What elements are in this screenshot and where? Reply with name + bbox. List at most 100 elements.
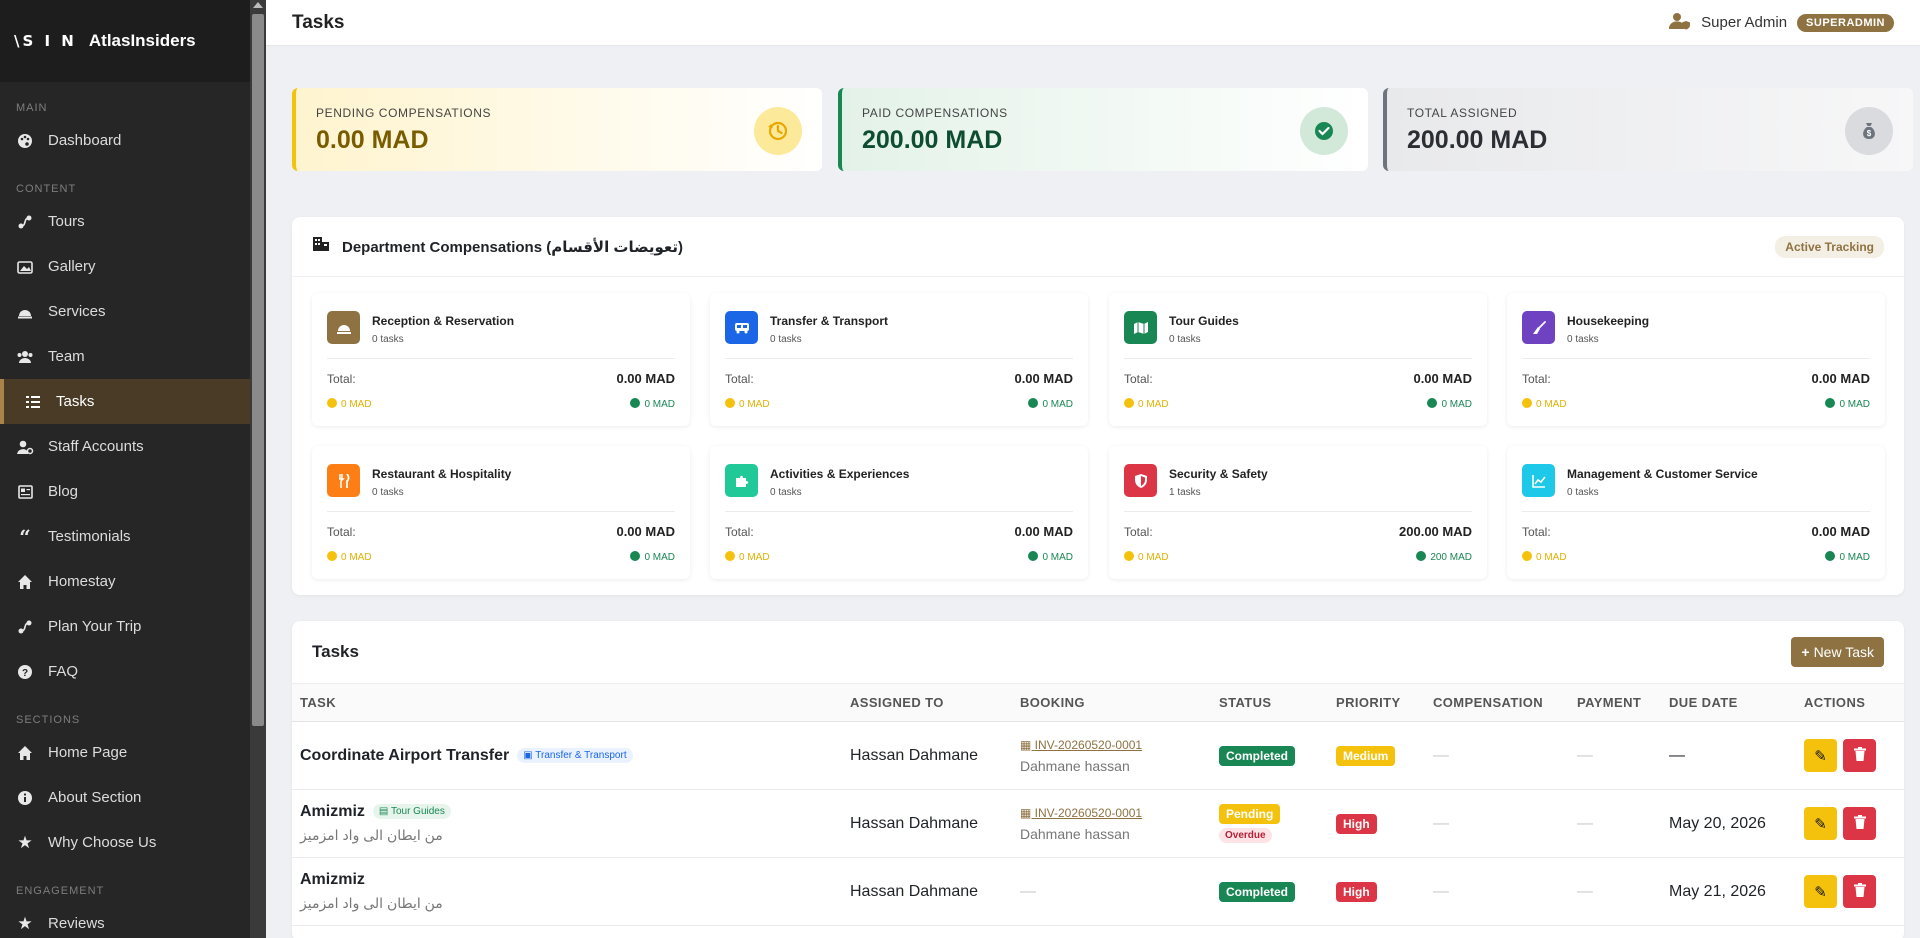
invoice-icon: ▦	[1020, 737, 1035, 752]
building-icon	[312, 236, 330, 257]
department-card-housekeeping[interactable]: Housekeeping 0 tasks Total: 0.00 MAD 0 MAD…	[1507, 293, 1885, 426]
sidebar-item-homestay[interactable]: Homestay	[0, 559, 266, 604]
department-task-count: 0 tasks	[770, 487, 802, 498]
due-date: May 21, 2026	[1661, 857, 1796, 926]
paid-dot-icon	[1427, 398, 1438, 408]
sidebar-item-gallery[interactable]: Gallery	[0, 244, 266, 289]
new-task-button[interactable]: + New Task	[1791, 637, 1884, 667]
department-paid: 0 MAD	[1839, 399, 1870, 410]
department-tag-label: Tour Guides	[390, 806, 445, 817]
department-card-activities[interactable]: Activities & Experiences 0 tasks Total: 0.…	[710, 446, 1088, 579]
department-name: Activities & Experiences	[770, 467, 910, 481]
sidebar-item-tasks[interactable]: Tasks	[0, 379, 266, 424]
sidebar-item-label: Homestay	[48, 573, 116, 590]
svg-text:?: ?	[22, 668, 28, 679]
department-task-count: 0 tasks	[770, 334, 802, 345]
department-card-transfer[interactable]: Transfer & Transport 0 tasks Total: 0.00 M…	[710, 293, 1088, 426]
column-header[interactable]: TASK	[292, 683, 842, 722]
delete-button[interactable]	[1843, 875, 1876, 908]
sidebar-section-content: CONTENT	[16, 183, 77, 195]
delete-button[interactable]	[1843, 739, 1876, 772]
column-header[interactable]: COMPENSATION	[1425, 683, 1569, 722]
department-card-management[interactable]: Management & Customer Service 0 tasks Tot…	[1507, 446, 1885, 579]
user-menu[interactable]: Super Admin SUPERADMIN	[1669, 12, 1894, 34]
department-pending: 0 MAD	[739, 552, 770, 563]
payment: —	[1569, 789, 1661, 858]
assigned-to: Hassan Dahmane	[842, 857, 1012, 926]
payment: —	[1569, 857, 1661, 926]
pending-dot-icon	[327, 398, 337, 408]
column-header[interactable]: PRIORITY	[1328, 683, 1425, 722]
column-header[interactable]: STATUS	[1211, 683, 1328, 722]
pending-dot-icon	[1522, 398, 1532, 408]
paid-dot-icon	[630, 551, 641, 561]
department-card-tour-guides[interactable]: Tour Guides 0 tasks Total: 0.00 MAD 0 MAD 0…	[1109, 293, 1487, 426]
priority-badge: Medium	[1336, 745, 1396, 766]
paid-dot-icon	[1416, 551, 1427, 561]
sidebar-item-testimonials[interactable]: “ Testimonials	[0, 514, 266, 559]
column-header[interactable]: DUE DATE	[1661, 683, 1796, 722]
sidebar-item-services[interactable]: Services	[0, 289, 266, 334]
sidebar-item-about-section[interactable]: About Section	[0, 775, 266, 820]
department-panel-header: Department Compensations (تعويضات الأقسا…	[292, 217, 1904, 277]
table-row[interactable]: Amizmiz من ايطان الى واد امزميز Hassan Da…	[292, 857, 1904, 926]
tasks-panel-title: Tasks	[312, 642, 359, 661]
total-label: Total:	[327, 524, 356, 539]
invoice-link[interactable]: ▦ INV-20260520-0001	[1020, 738, 1203, 752]
edit-button[interactable]: ✎	[1804, 875, 1837, 908]
sidebar-item-staff-accounts[interactable]: Staff Accounts	[0, 424, 266, 469]
sidebar-item-team[interactable]: Team	[0, 334, 266, 379]
department-card-security[interactable]: Security & Safety 1 tasks Total: 200.00 MA…	[1109, 446, 1487, 579]
shield-icon	[1124, 464, 1157, 497]
sidebar-item-dashboard[interactable]: Dashboard	[0, 118, 266, 163]
table-row[interactable]: Amizmiz ▤ Tour Guides من ايطان الى واد امز…	[292, 789, 1904, 858]
scroll-up-arrow-icon[interactable]	[253, 2, 263, 8]
sidebar-item-plan-your-trip[interactable]: Plan Your Trip	[0, 604, 266, 649]
sidebar-item-why-choose-us[interactable]: ★ Why Choose Us	[0, 820, 266, 865]
compensation: —	[1425, 721, 1569, 790]
task-description: من ايطان الى واد امزميز	[300, 827, 443, 843]
sidebar-item-faq[interactable]: ? FAQ	[0, 649, 266, 694]
paid-dot-icon	[1028, 551, 1039, 561]
priority-badge: High	[1336, 813, 1377, 834]
department-total: 0.00 MAD	[1811, 524, 1870, 539]
plus-icon: +	[1801, 644, 1810, 660]
department-pending: 0 MAD	[1138, 399, 1169, 410]
scrollbar-thumb[interactable]	[252, 14, 264, 726]
department-pending: 0 MAD	[1536, 399, 1567, 410]
edit-button[interactable]: ✎	[1804, 739, 1837, 772]
department-card-reception[interactable]: Reception & Reservation 0 tasks Total: 0.0…	[312, 293, 690, 426]
department-total: 200.00 MAD	[1399, 524, 1472, 539]
task-description: من ايطان الى واد امزميز	[300, 895, 443, 911]
invoice-link[interactable]: ▦ INV-20260520-0001	[1020, 806, 1203, 820]
star-icon: ★	[17, 913, 33, 933]
column-header[interactable]: BOOKING	[1012, 683, 1211, 722]
sidebar-item-home-page[interactable]: Home Page	[0, 730, 266, 775]
edit-button[interactable]: ✎	[1804, 807, 1837, 840]
department-card-restaurant[interactable]: Restaurant & Hospitality 0 tasks Total: 0.…	[312, 446, 690, 579]
brand[interactable]: \S I N AtlasInsiders	[0, 0, 266, 82]
bus-icon	[725, 311, 758, 344]
sidebar-scrollbar[interactable]	[250, 0, 266, 938]
pending-dot-icon	[327, 551, 337, 561]
delete-button[interactable]	[1843, 807, 1876, 840]
summary-value: 0.00 MAD	[316, 126, 429, 154]
sidebar-item-tours[interactable]: Tours	[0, 199, 266, 244]
task-title[interactable]: Amizmiz	[300, 803, 365, 820]
sidebar-item-label: Services	[48, 303, 106, 320]
question-circle-icon: ?	[16, 663, 34, 681]
history-icon	[754, 107, 802, 155]
department-total: 0.00 MAD	[616, 371, 675, 386]
newspaper-icon	[16, 483, 34, 501]
payment: —	[1569, 721, 1661, 790]
task-title[interactable]: Amizmiz	[300, 871, 834, 889]
department-tag: ▣ Transfer & Transport	[517, 747, 633, 763]
sidebar-item-reviews[interactable]: ★ Reviews	[0, 901, 266, 938]
task-title[interactable]: Coordinate Airport Transfer	[300, 747, 509, 764]
table-row[interactable]: Coordinate Airport Transfer ▣ Transfer & …	[292, 721, 1904, 790]
assigned-to: Hassan Dahmane	[842, 789, 1012, 858]
column-header[interactable]: PAYMENT	[1569, 683, 1661, 722]
column-header[interactable]: ASSIGNED TO	[842, 683, 1012, 722]
sidebar-item-blog[interactable]: Blog	[0, 469, 266, 514]
department-paid: 0 MAD	[644, 399, 675, 410]
